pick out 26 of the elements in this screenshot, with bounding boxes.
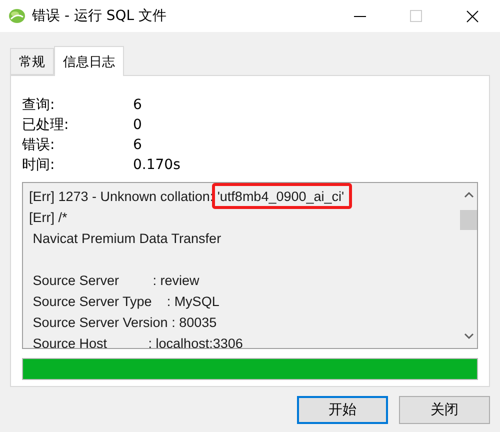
- stat-value: 6: [133, 96, 143, 115]
- stat-label: 已处理:: [22, 116, 70, 135]
- stat-label: 查询:: [22, 96, 56, 115]
- log-line: Source Host : localhost:3306: [32, 335, 244, 348]
- dialog-button[interactable]: 关闭: [399, 396, 490, 424]
- tab[interactable]: 常规: [10, 48, 54, 75]
- dialog-button[interactable]: 开始: [297, 396, 388, 424]
- stat-value: 6: [133, 136, 143, 155]
- close-icon: [466, 10, 478, 22]
- log-line: Source Server Type : MySQL: [32, 293, 220, 311]
- log-line: Navicat Premium Data Transfer: [32, 230, 222, 248]
- stat-value: 0: [133, 116, 143, 135]
- log-line: [Err] /*: [29, 209, 68, 227]
- log-line: [Err] 1273 - Unknown collation: 'utf8mb4_0900_ai_ci': [29, 186, 454, 207]
- tab[interactable]: 信息日志: [54, 46, 124, 76]
- app-logo-icon: [8, 7, 26, 25]
- maximize-icon: [410, 10, 422, 22]
- window-title: 错误 - 运行 SQL 文件: [32, 7, 168, 25]
- scrollbar-thumb[interactable]: [460, 210, 477, 230]
- stat-value: 0.170s: [133, 156, 182, 175]
- scroll-down-icon[interactable]: [464, 333, 474, 340]
- stat-label: 时间:: [22, 156, 56, 175]
- log-line: Source Server : review: [32, 272, 200, 290]
- scroll-up-icon[interactable]: [464, 191, 474, 198]
- log-line: Source Server Version : 80035: [32, 314, 218, 332]
- stat-label: 错误:: [22, 136, 56, 155]
